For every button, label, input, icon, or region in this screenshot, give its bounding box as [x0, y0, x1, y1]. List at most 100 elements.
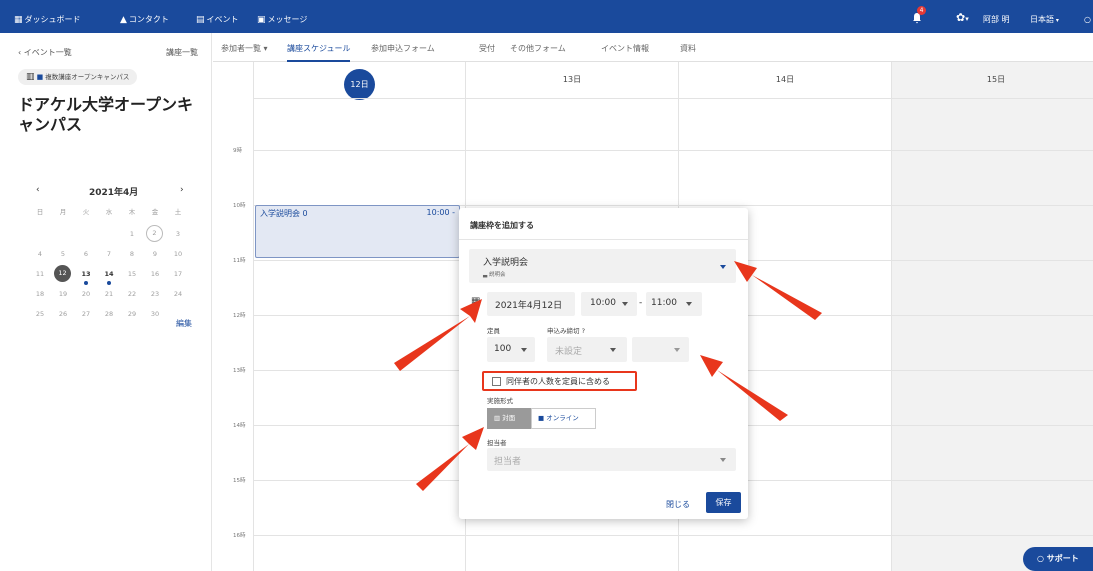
- calendar-day[interactable]: 4: [30, 245, 50, 263]
- tab-bar: 参加者一覧 ▾ 講座スケジュール 参加申込フォーム 受付 その他フォーム イベン…: [213, 33, 1093, 62]
- refresh-icon[interactable]: ○: [1084, 0, 1091, 33]
- user-menu[interactable]: 阿部 明: [983, 0, 1010, 33]
- companion-checkbox-label: 同伴者の人数を定員に含める: [506, 377, 610, 386]
- day-header-today[interactable]: 12日: [344, 69, 375, 100]
- course-list-link[interactable]: 講座一覧: [166, 47, 198, 58]
- event-block-title: 入学説明会 0: [260, 209, 308, 218]
- language-select[interactable]: 日本語 ▾: [1030, 0, 1059, 33]
- end-time-select[interactable]: 11:00: [646, 292, 702, 316]
- hour-label: 10時: [233, 203, 246, 209]
- staff-label: 担当者: [487, 439, 507, 447]
- dashboard-icon: ▦: [14, 15, 23, 25]
- calendar-weekday: 水: [105, 208, 113, 216]
- tab-event-info[interactable]: イベント情報: [601, 33, 649, 62]
- calendar-day[interactable]: 27: [76, 305, 96, 323]
- capacity-label: 定員: [487, 327, 500, 335]
- tab-materials[interactable]: 資料: [680, 33, 696, 62]
- nav-event[interactable]: ▤ イベント: [196, 0, 239, 33]
- close-button[interactable]: 閉じる: [666, 499, 690, 510]
- sidebar: ‹ イベント一覧 講座一覧 ▥ ■ 複数講座オープンキャンパス ドアケル大学オー…: [0, 33, 212, 571]
- calendar-day[interactable]: 21: [99, 285, 119, 303]
- calendar-day[interactable]: 10: [168, 245, 188, 263]
- calendar-icon: ▤: [196, 15, 205, 25]
- deadline-date-select[interactable]: 未設定: [547, 337, 627, 362]
- building-icon: ▥: [494, 414, 501, 422]
- next-month-chevron-icon[interactable]: ›: [180, 185, 184, 195]
- capacity-select[interactable]: 100: [487, 337, 535, 362]
- nav-message[interactable]: ▣ メッセージ: [257, 0, 307, 33]
- calendar-day[interactable]: 23: [145, 285, 165, 303]
- chevron-down-icon: [686, 302, 692, 306]
- calendar-day[interactable]: 26: [53, 305, 73, 323]
- hour-label: 12時: [233, 313, 246, 319]
- calendar-day[interactable]: 11: [30, 265, 50, 283]
- calendar-icon: ▦: [471, 296, 481, 307]
- calendar-day[interactable]: 20: [76, 285, 96, 303]
- companion-count-checkbox[interactable]: [492, 377, 501, 386]
- calendar-day[interactable]: 8: [122, 245, 142, 263]
- schedule-event-block[interactable]: 入学説明会 0 10:00 -: [255, 205, 460, 258]
- staff-select[interactable]: 担当者: [487, 448, 736, 471]
- nav-dashboard[interactable]: ▦ ダッシュボード: [14, 0, 81, 33]
- course-select[interactable]: 入学説明会 ▃ 説明会: [469, 249, 736, 283]
- notification-badge: 4: [917, 6, 926, 15]
- tab-participants[interactable]: 参加者一覧 ▾: [221, 33, 268, 62]
- nav-contact[interactable]: ▲ コンタクト: [120, 0, 169, 33]
- date-field[interactable]: 2021年4月12日: [487, 292, 575, 316]
- settings-gear-icon[interactable]: ✿▾: [956, 0, 969, 33]
- chevron-down-icon: [674, 348, 680, 352]
- calendar-month-label: 2021年4月: [89, 188, 139, 198]
- hour-label: 16時: [233, 533, 246, 539]
- calendar-day[interactable]: 5: [53, 245, 73, 263]
- calendar-weekday: 火: [82, 208, 90, 216]
- time-separator: -: [639, 298, 643, 308]
- deadline-label: 申込み締切 ?: [547, 327, 586, 335]
- calendar-day[interactable]: 25: [30, 305, 50, 323]
- calendar-day[interactable]: 12: [54, 265, 71, 282]
- course-name: 入学説明会: [483, 258, 529, 268]
- back-to-events-link[interactable]: ‹ イベント一覧: [18, 47, 72, 58]
- calendar-day[interactable]: 18: [30, 285, 50, 303]
- edit-link[interactable]: 編集: [176, 318, 192, 329]
- help-circle-icon[interactable]: ?: [582, 327, 585, 335]
- calendar-day[interactable]: 19: [53, 285, 73, 303]
- calendar-day[interactable]: 29: [122, 305, 142, 323]
- day-header[interactable]: 15日: [966, 74, 1026, 85]
- calendar-weekday: 日: [36, 208, 44, 216]
- day-header[interactable]: 14日: [755, 74, 815, 85]
- calendar-weekday: 木: [128, 208, 136, 216]
- calendar-weekday: 金: [151, 208, 159, 216]
- hour-label: 14時: [233, 423, 246, 429]
- calendar-day[interactable]: 6: [76, 245, 96, 263]
- calendar-day[interactable]: 30: [145, 305, 165, 323]
- person-icon: ▲: [120, 15, 127, 25]
- calendar-day[interactable]: 16: [145, 265, 165, 283]
- annotation-highlight-box: 同伴者の人数を定員に含める: [482, 371, 637, 391]
- calendar-day[interactable]: 9: [145, 245, 165, 263]
- calendar-day[interactable]: 3: [168, 225, 188, 243]
- dialog-title: 講座枠を追加する: [470, 221, 534, 230]
- calendar-day[interactable]: 28: [99, 305, 119, 323]
- start-time-select[interactable]: 10:00: [581, 292, 637, 316]
- calendar-day[interactable]: 17: [168, 265, 188, 283]
- format-online-toggle[interactable]: ■ オンライン: [531, 408, 596, 429]
- tab-application-form[interactable]: 参加申込フォーム: [371, 33, 435, 62]
- tab-other-forms[interactable]: その他フォーム: [510, 33, 566, 62]
- calendar-day[interactable]: 22: [122, 285, 142, 303]
- tab-course-schedule[interactable]: 講座スケジュール: [287, 33, 351, 62]
- calendar-day[interactable]: 24: [168, 285, 188, 303]
- calendar-day[interactable]: 7: [99, 245, 119, 263]
- calendar-day[interactable]: 1: [122, 225, 142, 243]
- add-course-slot-dialog: 講座枠を追加する 入学説明会 ▃ 説明会 ▦ 2021年4月12日 10:00 …: [459, 208, 748, 519]
- chat-bubble-icon: ○: [1037, 554, 1044, 563]
- prev-month-chevron-icon[interactable]: ‹: [36, 185, 40, 195]
- save-button[interactable]: 保存: [706, 492, 741, 513]
- deadline-time-select[interactable]: [632, 337, 689, 362]
- calendar-day[interactable]: 15: [122, 265, 142, 283]
- calendar-day[interactable]: 2: [146, 225, 163, 242]
- tab-reception[interactable]: 受付: [479, 33, 495, 62]
- support-button[interactable]: ○ サポート: [1023, 547, 1093, 571]
- format-in-person-toggle[interactable]: ▥ 対面: [487, 408, 532, 429]
- video-icon: ■: [36, 73, 44, 81]
- day-header[interactable]: 13日: [542, 74, 602, 85]
